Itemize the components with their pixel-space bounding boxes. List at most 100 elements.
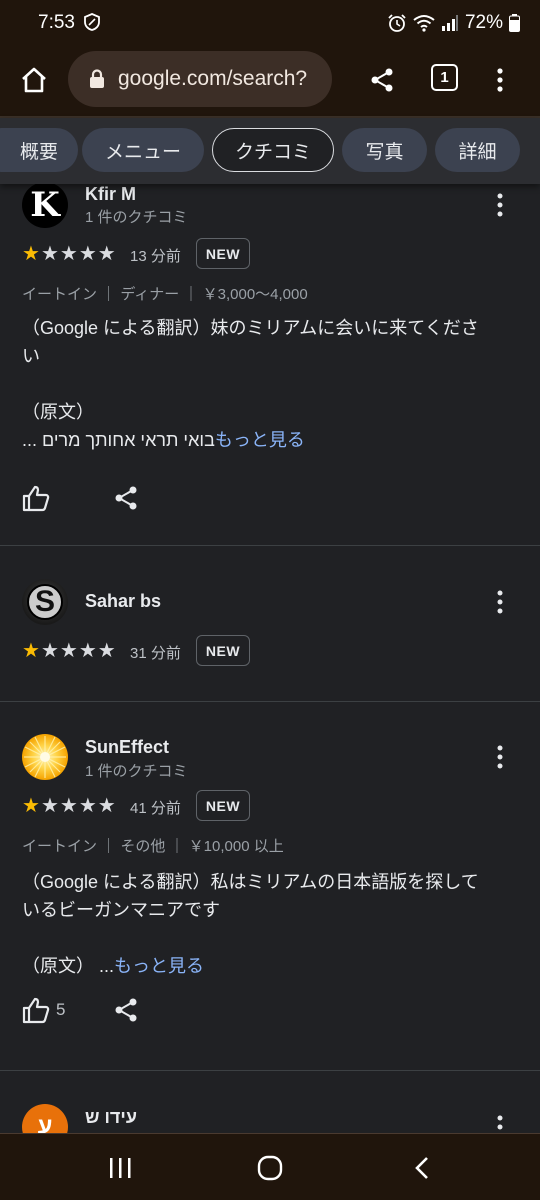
new-badge: NEW — [196, 635, 250, 666]
home-nav-button[interactable] — [252, 1152, 288, 1184]
signal-icon — [441, 15, 458, 31]
star-icon: ★ — [59, 243, 78, 265]
share-icon — [115, 998, 137, 1022]
chip-menu[interactable]: メニュー — [82, 128, 204, 172]
reviewer-review-count: 1 件のクチコミ — [85, 209, 188, 226]
share-icon — [371, 68, 393, 92]
review-menu-button[interactable] — [488, 742, 512, 772]
reviewer-name[interactable]: SunEffect — [85, 737, 169, 758]
avatar[interactable]: K — [22, 184, 68, 228]
star-icon: ★ — [59, 795, 78, 817]
chip-reviews[interactable]: クチコミ — [212, 128, 334, 172]
review-text: （Google による翻訳）私はミリアムの日本語版を探して いるビーガンマニアで… — [22, 868, 512, 980]
back-button[interactable] — [404, 1152, 440, 1184]
review-time: 41 分前 — [130, 800, 181, 817]
review-menu-button[interactable] — [488, 1112, 512, 1133]
chip-overview[interactable]: 概要 — [0, 128, 78, 172]
more-vert-icon — [497, 590, 503, 614]
status-time: 7:53 — [38, 12, 75, 33]
translated-text-line: （Google による翻訳）私はミリアムの日本語版を探して — [22, 872, 479, 892]
star-icon: ★ — [22, 640, 40, 662]
star-icon: ★ — [78, 795, 97, 817]
star-icon: ★ — [22, 243, 40, 265]
visit-meta: イートイン ｜ その他 ｜ ￥10,000 以上 — [22, 838, 284, 855]
more-vert-icon — [497, 1115, 503, 1130]
thumb-up-icon — [22, 997, 50, 1024]
star-icon: ★ — [40, 243, 59, 265]
star-icon: ★ — [97, 243, 116, 265]
original-label: （原文） ... — [22, 956, 115, 976]
review-time: 13 分前 — [130, 248, 181, 265]
new-badge: NEW — [196, 238, 250, 269]
star-icon: ★ — [40, 640, 59, 662]
more-link[interactable]: もっと見る — [215, 430, 305, 450]
star-icon: ★ — [78, 243, 97, 265]
star-icon: ★ — [59, 640, 78, 662]
chip-details[interactable]: 詳細 — [435, 128, 520, 172]
avatar-letter: ע — [37, 1113, 53, 1133]
battery-icon — [509, 14, 520, 32]
original-text: בואי תראי אחותך מרים ... — [22, 430, 215, 450]
translated-text-line: いるビーガンマニアです — [22, 900, 220, 920]
home-circle-icon — [257, 1155, 283, 1181]
star-icon: ★ — [97, 640, 116, 662]
sun-icon — [24, 736, 66, 778]
review-time: 31 分前 — [130, 645, 181, 662]
divider — [0, 545, 540, 546]
reviewer-name[interactable]: עידו ש — [85, 1107, 137, 1128]
more-link[interactable]: もっと見る — [114, 956, 204, 976]
like-count: 5 — [56, 1000, 66, 1019]
share-review-button[interactable] — [113, 997, 139, 1023]
divider — [0, 701, 540, 702]
reviewer-name[interactable]: Kfir M — [85, 184, 136, 205]
thumb-up-icon — [22, 485, 50, 512]
new-badge: NEW — [196, 790, 250, 821]
reviews-list: K Kfir M 1 件のクチコミ ★ ★ ★ ★ ★ 13 分前 NEW イー… — [0, 184, 540, 1133]
more-vert-icon — [497, 193, 503, 217]
like-button[interactable] — [22, 484, 50, 512]
address-bar[interactable]: google.com/search? — [68, 51, 332, 107]
status-bar: 7:53 72% — [0, 0, 540, 46]
section-chips: 概要 メニュー クチコミ 写真 詳細 — [0, 118, 540, 184]
star-icon: ★ — [22, 795, 40, 817]
review-text: （Google による翻訳）妹のミリアムに会いに来てくださ い （原文） בוא… — [22, 314, 512, 454]
shield-icon — [84, 13, 100, 31]
review-menu-button[interactable] — [488, 587, 512, 617]
translated-text-line: （Google による翻訳）妹のミリアムに会いに来てくださ — [22, 318, 479, 338]
translated-text-line: い — [22, 346, 40, 366]
more-vert-icon — [497, 68, 503, 92]
avatar[interactable]: ע — [22, 1104, 68, 1133]
avatar[interactable] — [22, 734, 68, 780]
chip-photos[interactable]: 写真 — [342, 128, 427, 172]
tab-switcher-button[interactable]: 1 — [431, 64, 458, 91]
browser-toolbar: google.com/search? 1 — [0, 46, 540, 116]
lock-icon — [90, 69, 104, 88]
home-button[interactable] — [14, 60, 54, 100]
review-menu-button[interactable] — [488, 190, 512, 220]
star-rating: ★ ★ ★ ★ ★ — [22, 641, 116, 661]
visit-meta: イートイン ｜ ディナー ｜ ￥3,000～4,000 — [22, 286, 308, 303]
original-label: （原文） — [22, 402, 94, 422]
divider — [0, 1070, 540, 1071]
browser-menu-button[interactable] — [487, 60, 513, 100]
share-review-button[interactable] — [113, 485, 139, 511]
system-navigation-bar — [0, 1133, 540, 1200]
star-icon: ★ — [40, 795, 59, 817]
star-rating: ★ ★ ★ ★ ★ — [22, 244, 116, 264]
back-chevron-icon — [415, 1157, 428, 1179]
like-button[interactable]: 5 — [22, 996, 65, 1024]
recent-apps-button[interactable] — [102, 1152, 138, 1184]
battery-percent: 72% — [464, 12, 503, 33]
star-icon: ★ — [78, 640, 97, 662]
star-icon: ★ — [97, 795, 116, 817]
recents-icon — [110, 1158, 131, 1178]
reviewer-review-count: 1 件のクチコミ — [85, 763, 188, 780]
reviewer-name[interactable]: Sahar bs — [85, 591, 161, 612]
home-icon — [22, 67, 46, 93]
share-icon — [115, 486, 137, 510]
url-text: google.com/search? — [118, 67, 308, 90]
avatar[interactable]: S — [22, 579, 68, 625]
share-page-button[interactable] — [362, 60, 402, 100]
wifi-icon — [413, 15, 435, 32]
star-rating: ★ ★ ★ ★ ★ — [22, 796, 116, 816]
